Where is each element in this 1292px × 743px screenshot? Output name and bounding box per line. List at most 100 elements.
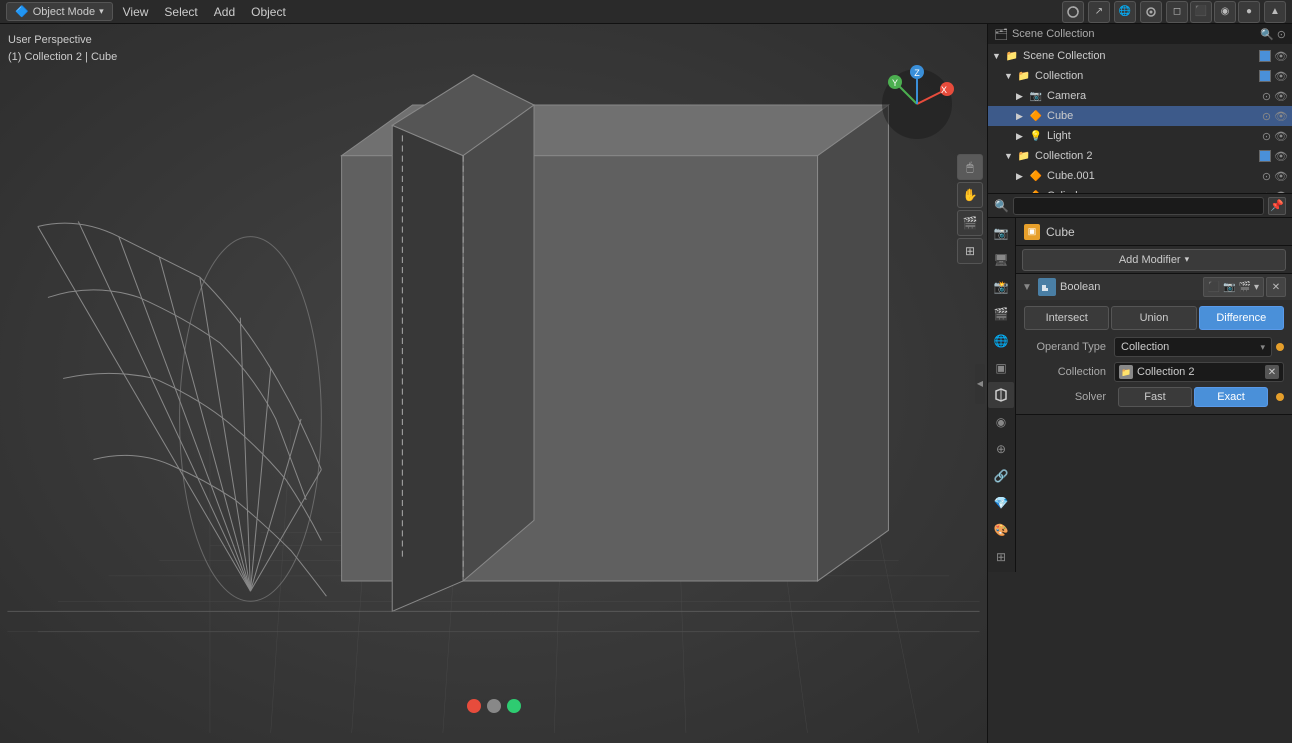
cube001-icon: 🔶 — [1028, 168, 1044, 184]
boolean-modifier-header: ▼ Boolean ⬛ — [1016, 274, 1292, 300]
camera-tool-btn[interactable]: 🎬 — [957, 210, 983, 236]
pin-button[interactable]: 📌 — [1268, 197, 1286, 215]
tab-constraints[interactable]: 🔗 — [988, 463, 1014, 489]
viewport[interactable]: User Perspective (1) Collection 2 | Cube… — [0, 24, 987, 743]
tab-output[interactable]: 🖥 — [988, 247, 1014, 273]
boolean-modifier-card: ▼ Boolean ⬛ — [1016, 274, 1292, 415]
outliner-content: ▼ 📁 Scene Collection 👁 ▼ 📁 Collection — [988, 44, 1292, 194]
tab-modifiers[interactable] — [988, 382, 1014, 408]
fast-solver-btn[interactable]: Fast — [1118, 387, 1192, 407]
rendered-mode-icon[interactable]: ● — [1238, 1, 1260, 23]
tab-physics[interactable]: ⊕ — [988, 436, 1014, 462]
tab-scene[interactable]: 🎬 — [988, 301, 1014, 327]
cube001-vis[interactable]: 👁 — [1274, 170, 1288, 183]
collection-actions: 👁 — [1256, 70, 1288, 83]
difference-btn[interactable]: Difference — [1199, 306, 1284, 330]
solid-mode-icon[interactable]: ⬛ — [1190, 1, 1212, 23]
operand-type-row: Operand Type Collection ▾ — [1024, 336, 1284, 358]
camera-label: Camera — [1047, 90, 1262, 102]
select-tool-btn[interactable]: 🖱 — [957, 154, 983, 180]
outliner-row-camera[interactable]: ▶ 📷 Camera ⊙ 👁 — [988, 86, 1292, 106]
operand-type-dot — [1276, 343, 1284, 351]
material-mode-icon[interactable]: ◉ — [1214, 1, 1236, 23]
scene-collection-icon: 📁 — [1004, 48, 1020, 64]
properties-tabs: 📷 🖥 📸 🎬 🌐 ▣ ◉ ⊕ 🔗 💎 — [988, 218, 1016, 572]
menu-add[interactable]: Add — [208, 3, 241, 21]
collection2-checkbox[interactable] — [1259, 150, 1271, 162]
collection2-vis[interactable]: 👁 — [1274, 150, 1288, 163]
light-arrow[interactable]: ▶ — [1016, 131, 1028, 142]
camera-actions: ⊙ 👁 — [1262, 90, 1288, 103]
snap-icon[interactable]: 🌐 — [1114, 1, 1136, 23]
outliner-row-scene-collection[interactable]: ▼ 📁 Scene Collection 👁 — [988, 46, 1292, 66]
cube-arrow[interactable]: ▶ — [1016, 111, 1028, 122]
properties-search-input[interactable] — [1013, 197, 1264, 215]
move-tool-btn[interactable]: ✋ — [957, 182, 983, 208]
menu-select[interactable]: Select — [158, 3, 203, 21]
outliner: 🗂 Scene Collection 🔍 ⊙ ▼ 📁 Scene Collect… — [988, 24, 1292, 194]
tab-particles[interactable]: ◉ — [988, 409, 1014, 435]
cube001-arrow[interactable]: ▶ — [1016, 171, 1028, 182]
scene-collection-vis[interactable]: 👁 — [1274, 50, 1288, 63]
collection-value-icon: 📁 — [1119, 365, 1133, 379]
collection-arrow[interactable]: ▼ — [1004, 71, 1016, 81]
viewport-shading-icon[interactable] — [1062, 1, 1084, 23]
cube001-filter-icon[interactable]: ⊙ — [1262, 170, 1271, 183]
outliner-row-cylinder[interactable]: ▶ 🔶 Cylinder ⊙ 👁 — [988, 186, 1292, 194]
outliner-row-collection2[interactable]: ▼ 📁 Collection 2 👁 — [988, 146, 1292, 166]
tab-data[interactable]: 💎 — [988, 490, 1014, 516]
scene-collection-arrow[interactable]: ▼ — [992, 51, 1004, 61]
draw-mode-icon[interactable]: ◻ — [1166, 1, 1188, 23]
boolean-modifier-body: Intersect Union Difference Operand Type … — [1016, 300, 1292, 414]
outliner-row-light[interactable]: ▶ 💡 Light ⊙ 👁 — [988, 126, 1292, 146]
camera-vis[interactable]: 👁 — [1274, 90, 1288, 103]
tab-view-layer[interactable]: 📸 — [988, 274, 1014, 300]
grid-tool-btn[interactable]: ⊞ — [957, 238, 983, 264]
object-name-bar: ▣ Cube — [1016, 218, 1292, 246]
operand-type-dropdown[interactable]: Collection ▾ — [1114, 337, 1272, 357]
panel-collapse-handle[interactable]: ◀ — [975, 364, 985, 404]
tab-render[interactable]: 📷 — [988, 220, 1014, 246]
union-btn[interactable]: Union — [1111, 306, 1196, 330]
exact-solver-btn[interactable]: Exact — [1194, 387, 1268, 407]
object-mode-dropdown[interactable]: 🔷 Object Mode ▾ — [6, 2, 113, 21]
viewport-overlay-icon[interactable]: ↗ — [1088, 1, 1110, 23]
outliner-row-collection[interactable]: ▼ 📁 Collection 👁 — [988, 66, 1292, 86]
properties-inner: 📷 🖥 📸 🎬 🌐 ▣ ◉ ⊕ 🔗 💎 — [988, 218, 1292, 572]
outliner-header: 🗂 Scene Collection 🔍 ⊙ — [988, 24, 1292, 44]
cube-filter-icon[interactable]: ⊙ — [1262, 110, 1271, 123]
intersect-btn[interactable]: Intersect — [1024, 306, 1109, 330]
solver-dot — [1276, 393, 1284, 401]
collection-value-field[interactable]: 📁 Collection 2 ✕ — [1114, 362, 1284, 382]
navigation-gizmo[interactable]: X Y Z — [877, 64, 957, 144]
outliner-row-cube001[interactable]: ▶ 🔶 Cube.001 ⊙ 👁 — [988, 166, 1292, 186]
svg-text:X: X — [941, 85, 947, 95]
cube-vis[interactable]: 👁 — [1274, 110, 1288, 123]
collection-checkbox[interactable] — [1259, 70, 1271, 82]
camera-arrow[interactable]: ▶ — [1016, 91, 1028, 102]
tab-object[interactable]: ▣ — [988, 355, 1014, 381]
dot-green — [507, 699, 521, 713]
collection-clear-btn[interactable]: ✕ — [1265, 365, 1279, 379]
light-vis[interactable]: 👁 — [1274, 130, 1288, 143]
menu-view[interactable]: View — [117, 3, 155, 21]
scene-collection-checkbox[interactable] — [1259, 50, 1271, 62]
tab-material[interactable]: 🎨 — [988, 517, 1014, 543]
add-modifier-btn[interactable]: Add Modifier ▾ — [1022, 249, 1286, 271]
light-filter-icon[interactable]: ⊙ — [1262, 130, 1271, 143]
tab-shaderfx[interactable]: ⊞ — [988, 544, 1014, 570]
solver-label: Solver — [1024, 391, 1114, 403]
modifier-move-down-btn[interactable]: ✕ — [1266, 277, 1286, 297]
collection-vis[interactable]: 👁 — [1274, 70, 1288, 83]
outliner-filter-icon[interactable]: ⊙ — [1277, 28, 1286, 41]
tab-world[interactable]: 🌐 — [988, 328, 1014, 354]
camera-filter-icon[interactable]: ⊙ — [1262, 90, 1271, 103]
outliner-search-icon[interactable]: 🔍 — [1260, 28, 1274, 41]
expand-icon[interactable]: ▲ — [1264, 1, 1286, 23]
proportional-edit-icon[interactable] — [1140, 1, 1162, 23]
menu-object[interactable]: Object — [245, 3, 292, 21]
modifier-collapse-arrow[interactable]: ▼ — [1022, 282, 1034, 293]
modifier-display-dropdown[interactable]: ⬛ 📷 🎬 ▾ — [1203, 277, 1264, 297]
collection2-arrow[interactable]: ▼ — [1004, 151, 1016, 161]
outliner-row-cube[interactable]: ▶ 🔶 Cube ⊙ 👁 — [988, 106, 1292, 126]
